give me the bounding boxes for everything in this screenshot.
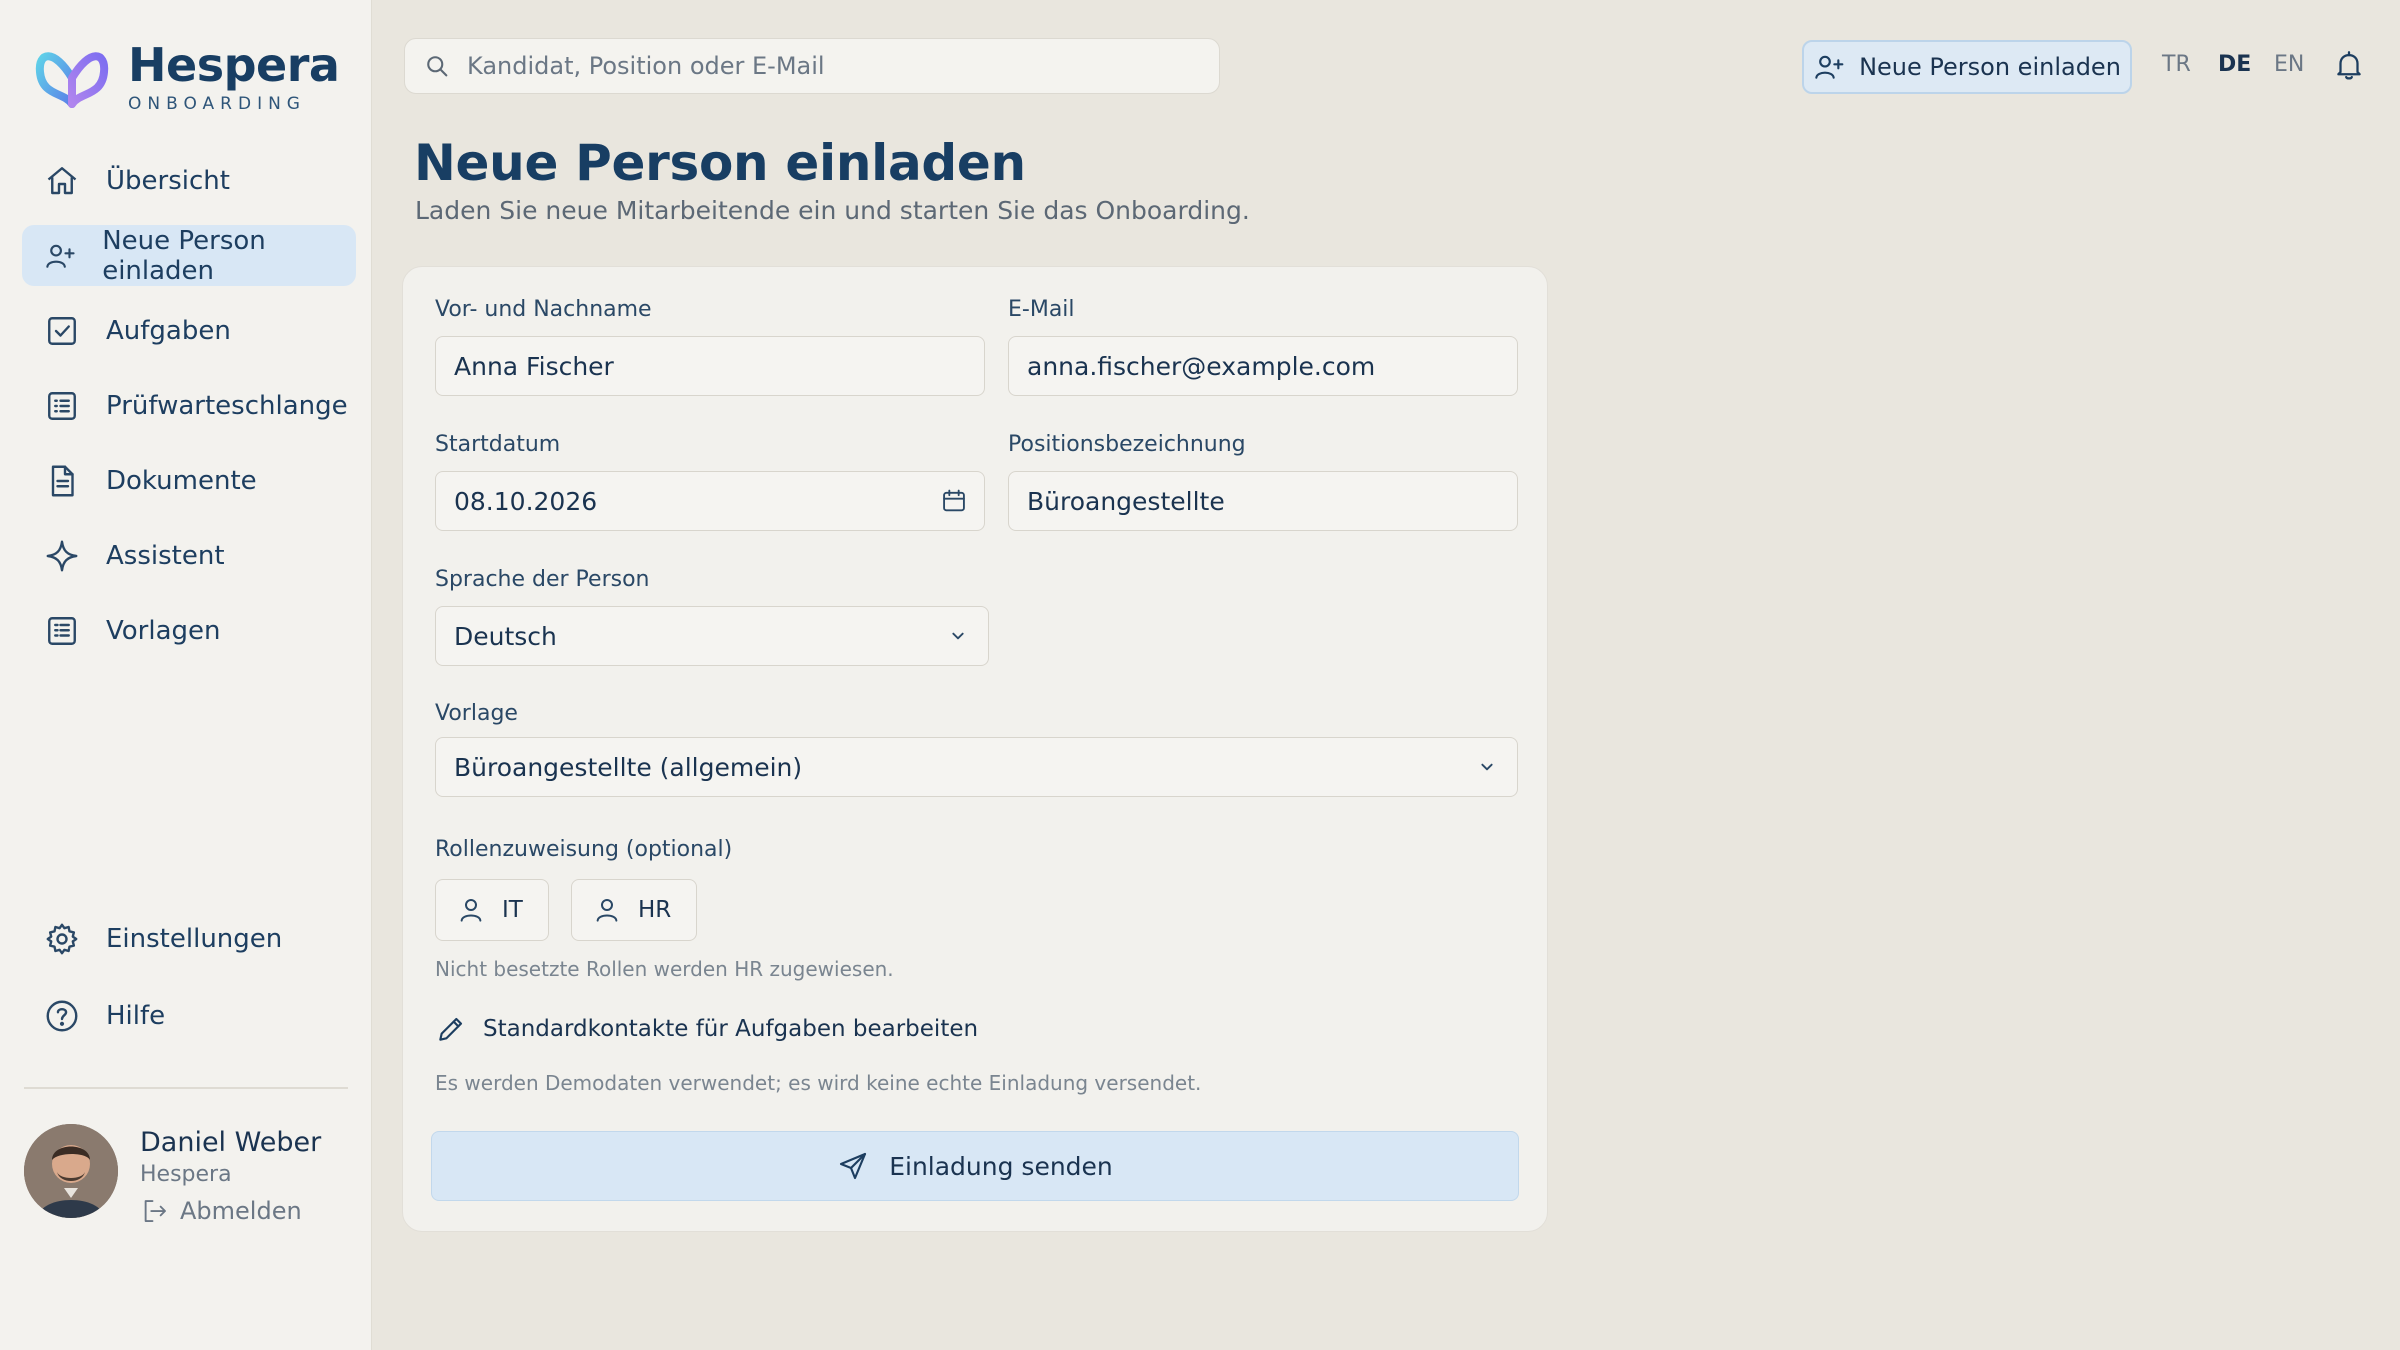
user-plus-icon: [46, 244, 75, 268]
position-field[interactable]: Büroangestellte: [1008, 471, 1518, 531]
sidebar-item-templates[interactable]: Vorlagen: [22, 600, 356, 661]
logout-button[interactable]: Abmelden: [140, 1196, 321, 1226]
template-select[interactable]: Büroangestellte (allgemein): [435, 737, 1518, 797]
template-select-value: Büroangestellte (allgemein): [454, 752, 803, 782]
sidebar-item-tasks[interactable]: Aufgaben: [22, 300, 356, 361]
butterfly-logo-icon: [35, 52, 109, 108]
sidebar-item-assistant[interactable]: Assistent: [22, 525, 356, 586]
send-icon: [840, 1152, 867, 1180]
role-chip-it[interactable]: IT: [435, 879, 549, 941]
invite-person-button[interactable]: Neue Person einladen: [1802, 40, 2132, 94]
sidebar-item-overview[interactable]: Übersicht: [22, 150, 356, 211]
brand-name: Hespera: [128, 38, 340, 92]
role-chip-label: HR: [638, 897, 672, 923]
sidebar-item-label: Prüfwarteschlange: [106, 390, 348, 421]
send-invitation-label: Einladung senden: [889, 1151, 1113, 1181]
home-icon: [47, 166, 77, 194]
user-name: Daniel Weber: [140, 1127, 322, 1158]
sidebar-item-label: Hilfe: [106, 1000, 166, 1031]
checkbox-icon: [48, 316, 76, 345]
sidebar-item-label: Neue Person einladen: [102, 225, 266, 286]
roles-label: Rollenzuweisung (optional): [435, 837, 733, 862]
edit-default-contacts-label: Standardkontakte für Aufgaben bearbeiten: [483, 1016, 979, 1042]
sidebar-item-label: Aufgaben: [106, 315, 231, 346]
sidebar-item-label: Assistent: [106, 540, 225, 571]
name-label: Vor- und Nachname: [435, 297, 652, 322]
invite-form: Vor- und Nachname Anna Fischer E-Mail an…: [402, 266, 1548, 1232]
template-icon: [48, 616, 76, 645]
roles-hint: Nicht besetzte Rollen werden HR zugewies…: [435, 957, 894, 981]
email-field[interactable]: anna.fischer@example.com: [1008, 336, 1518, 396]
search-icon: [427, 56, 448, 77]
search-bar: [404, 38, 1220, 94]
sidebar-item-label: Übersicht: [106, 165, 230, 196]
start-date-label: Startdatum: [435, 432, 561, 457]
send-invitation-button[interactable]: Einladung senden: [431, 1131, 1519, 1201]
user-icon: [596, 899, 618, 922]
pencil-icon: [439, 1017, 463, 1041]
language-de[interactable]: DE: [2218, 52, 2251, 77]
sidebar-item-label: Einstellungen: [106, 923, 283, 954]
sidebar-bottom-nav: Einstellungen Hilfe: [22, 908, 356, 1062]
brand-logo[interactable]: Hespera ONBOARDING: [34, 38, 340, 114]
role-chip-hr[interactable]: HR: [571, 879, 697, 941]
user-profile: Daniel Weber Hespera Abmelden: [24, 1124, 321, 1226]
avatar[interactable]: [24, 1124, 118, 1218]
search-input[interactable]: [467, 52, 1187, 80]
edit-default-contacts-link[interactable]: Standardkontakte für Aufgaben bearbeiten: [435, 1013, 978, 1045]
sidebar: Hespera ONBOARDING Übersicht Neue Person…: [0, 0, 372, 1350]
language-select[interactable]: Deutsch: [435, 606, 989, 666]
invite-person-label: Neue Person einladen: [1859, 53, 2121, 81]
sidebar-item-documents[interactable]: Dokumente: [22, 450, 356, 511]
help-icon: [46, 1000, 78, 1031]
language-en[interactable]: EN: [2274, 52, 2304, 77]
demo-notice: Es werden Demodaten verwendet; es wird k…: [435, 1071, 1202, 1095]
start-date-field[interactable]: 08.10.2026: [435, 471, 985, 531]
chevron-down-icon: [1481, 763, 1493, 771]
brand-tagline: ONBOARDING: [128, 94, 306, 114]
email-label: E-Mail: [1008, 297, 1075, 322]
bell-icon[interactable]: [2332, 48, 2366, 82]
name-value: Anna Fischer: [454, 351, 614, 381]
page-subtitle: Laden Sie neue Mitarbeitende ein und sta…: [415, 196, 1250, 225]
role-chip-label: IT: [502, 897, 523, 923]
sidebar-item-review-queue[interactable]: Prüfwarteschlange: [22, 375, 356, 436]
position-value: Büroangestellte: [1027, 486, 1225, 516]
list-icon: [48, 391, 76, 420]
template-label: Vorlage: [435, 701, 518, 726]
language-select-value: Deutsch: [454, 621, 557, 651]
sidebar-item-settings[interactable]: Einstellungen: [22, 908, 356, 969]
position-label: Positionsbezeichnung: [1008, 432, 1246, 457]
sidebar-item-help[interactable]: Hilfe: [22, 985, 356, 1046]
chevron-down-icon: [952, 632, 964, 640]
sidebar-item-label: Dokumente: [106, 465, 257, 496]
email-value: anna.fischer@example.com: [1027, 351, 1376, 381]
start-date-value: 08.10.2026: [454, 486, 598, 516]
sidebar-item-label: Vorlagen: [106, 615, 221, 646]
user-icon: [460, 899, 482, 922]
gear-icon: [46, 923, 78, 954]
sparkle-icon: [46, 540, 78, 571]
calendar-icon[interactable]: [940, 487, 968, 515]
sidebar-item-invite[interactable]: Neue Person einladen: [22, 225, 356, 286]
sidebar-nav: Übersicht Neue Person einladen Aufgaben …: [22, 150, 356, 675]
user-plus-icon: [1815, 55, 1844, 79]
name-field[interactable]: Anna Fischer: [435, 336, 985, 396]
sidebar-divider: [24, 1087, 348, 1089]
language-tr[interactable]: TR: [2162, 52, 2191, 77]
page-title: Neue Person einladen: [414, 134, 1026, 192]
logout-icon: [144, 1200, 166, 1222]
language-select-label: Sprache der Person: [435, 567, 650, 592]
user-organization: Hespera: [140, 1162, 232, 1187]
document-icon: [51, 465, 74, 496]
logout-label: Abmelden: [180, 1197, 302, 1225]
